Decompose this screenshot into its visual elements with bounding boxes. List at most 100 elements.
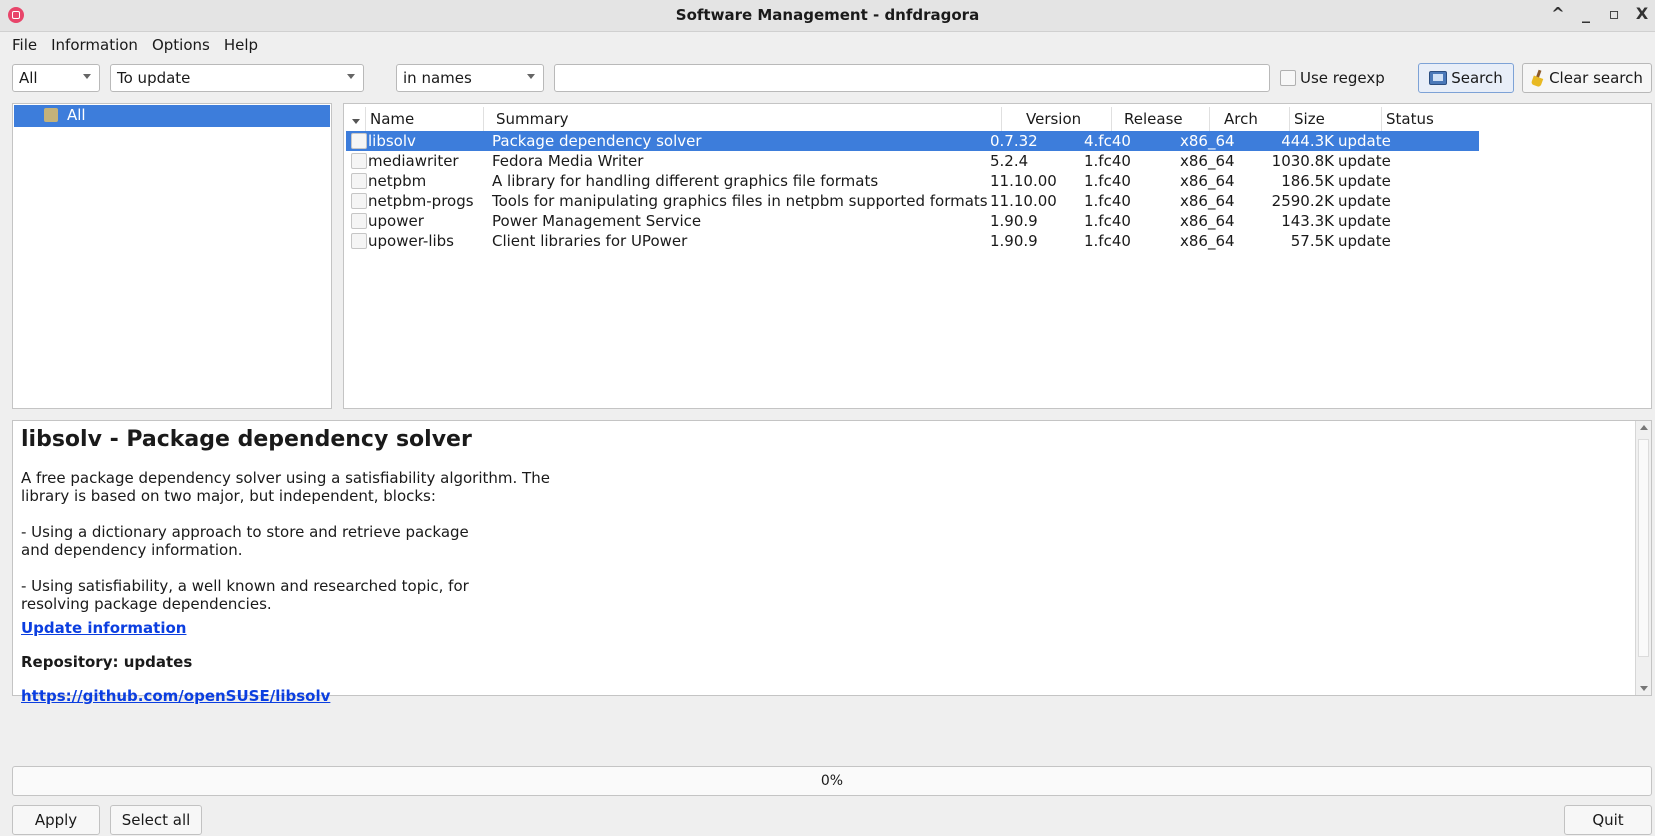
search-scope-value: in names	[403, 69, 472, 87]
row-checkbox[interactable]	[351, 213, 367, 229]
info-scrollbar[interactable]	[1635, 421, 1651, 695]
status-filter-select[interactable]: To update	[110, 64, 364, 92]
sort-indicator[interactable]	[346, 107, 366, 131]
cell-status: update	[1338, 192, 1391, 210]
table-row[interactable]: netpbm A library for handling different …	[346, 171, 1479, 191]
close-icon[interactable]: X	[1635, 4, 1649, 23]
scroll-thumb[interactable]	[1638, 439, 1649, 657]
scroll-up-icon[interactable]	[1640, 425, 1648, 430]
cell-summary: Client libraries for UPower	[492, 232, 688, 250]
column-header-release[interactable]: Release	[1120, 107, 1210, 131]
cell-arch: x86_64	[1180, 172, 1235, 190]
package-info-title: libsolv - Package dependency solver	[21, 427, 472, 452]
cell-arch: x86_64	[1180, 132, 1235, 150]
use-regexp-label: Use regexp	[1300, 69, 1385, 87]
group-icon	[44, 108, 58, 122]
cell-release: 1.fc40	[1084, 172, 1131, 190]
chevron-down-icon	[527, 74, 535, 79]
search-input[interactable]	[554, 64, 1270, 92]
column-header-summary[interactable]: Summary	[492, 107, 1002, 131]
cell-status: update	[1338, 172, 1391, 190]
column-header-name[interactable]: Name	[366, 107, 484, 131]
cell-release: 4.fc40	[1084, 132, 1131, 150]
package-table: Name Summary Version Release Arch Size S…	[343, 103, 1652, 409]
column-header-size[interactable]: Size	[1290, 107, 1382, 131]
cell-size: 186.5K	[1281, 172, 1334, 190]
cell-name: upower	[368, 212, 424, 230]
chevron-down-icon	[83, 74, 91, 79]
cell-name: upower-libs	[368, 232, 454, 250]
cell-arch: x86_64	[1180, 232, 1235, 250]
quit-button[interactable]: Quit	[1564, 805, 1652, 835]
search-scope-select[interactable]: in names	[396, 64, 544, 92]
menu-file[interactable]: File	[12, 36, 37, 54]
cell-summary: Tools for manipulating graphics files in…	[492, 192, 988, 210]
cell-status: update	[1338, 152, 1391, 170]
update-information-link[interactable]: Update information	[21, 619, 186, 637]
cell-version: 0.7.32	[990, 132, 1038, 150]
view-filter-select[interactable]: All	[12, 64, 100, 92]
cell-status: update	[1338, 132, 1391, 150]
cell-summary: A library for handling different graphic…	[492, 172, 879, 190]
window-controls: ^ _ ▫ X	[1551, 4, 1649, 23]
cell-arch: x86_64	[1180, 192, 1235, 210]
table-row[interactable]: upower-libs Client libraries for UPower …	[346, 231, 1479, 251]
cell-arch: x86_64	[1180, 212, 1235, 230]
search-button[interactable]: Search	[1418, 63, 1514, 93]
cell-status: update	[1338, 212, 1391, 230]
row-checkbox[interactable]	[351, 233, 367, 249]
search-button-label: Search	[1451, 69, 1503, 87]
package-info-description: A free package dependency solver using a…	[21, 469, 550, 613]
cell-release: 1.fc40	[1084, 192, 1131, 210]
column-header-status[interactable]: Status	[1382, 107, 1470, 131]
column-header-version[interactable]: Version	[1022, 107, 1112, 131]
cell-size: 143.3K	[1281, 212, 1334, 230]
cell-size: 1030.8K	[1271, 152, 1334, 170]
cell-name: libsolv	[368, 132, 416, 150]
group-item-all[interactable]: All	[14, 105, 330, 127]
cell-summary: Fedora Media Writer	[492, 152, 644, 170]
cell-release: 1.fc40	[1084, 212, 1131, 230]
cell-name: netpbm	[368, 172, 427, 190]
restore-icon[interactable]: ▫	[1607, 4, 1621, 23]
group-tree: All	[12, 103, 332, 409]
row-checkbox[interactable]	[351, 133, 367, 149]
row-checkbox[interactable]	[351, 173, 367, 189]
cell-size: 444.3K	[1281, 132, 1334, 150]
package-info-panel: libsolv - Package dependency solver A fr…	[12, 420, 1652, 705]
sort-down-icon	[352, 119, 360, 124]
cell-version: 11.10.00	[990, 192, 1057, 210]
cell-release: 1.fc40	[1084, 152, 1131, 170]
cell-summary: Power Management Service	[492, 212, 702, 230]
menu-help[interactable]: Help	[224, 36, 258, 54]
group-item-label: All	[67, 106, 86, 124]
window-title: Software Management - dnfdragora	[675, 6, 980, 24]
menu-bar: File Information Options Help	[0, 32, 1655, 58]
minimize-icon[interactable]: _	[1579, 4, 1593, 23]
select-all-button[interactable]: Select all	[110, 805, 202, 835]
repository-label: Repository: updates	[21, 653, 193, 671]
table-row[interactable]: libsolv Package dependency solver 0.7.32…	[346, 131, 1479, 151]
view-filter-value: All	[19, 69, 38, 87]
maximize-up-icon[interactable]: ^	[1551, 4, 1565, 23]
use-regexp-checkbox[interactable]	[1280, 70, 1296, 86]
table-row[interactable]: netpbm-progs Tools for manipulating grap…	[346, 191, 1479, 211]
column-header-arch[interactable]: Arch	[1220, 107, 1290, 131]
apply-button[interactable]: Apply	[12, 805, 100, 835]
row-checkbox[interactable]	[351, 193, 367, 209]
progress-label: 0%	[820, 773, 844, 789]
row-checkbox[interactable]	[351, 153, 367, 169]
table-row[interactable]: upower Power Management Service 1.90.9 1…	[346, 211, 1479, 231]
cell-version: 5.2.4	[990, 152, 1029, 170]
clear-search-button[interactable]: Clear search	[1522, 63, 1652, 93]
cell-size: 57.5K	[1290, 232, 1334, 250]
search-icon	[1429, 71, 1448, 85]
menu-information[interactable]: Information	[51, 36, 138, 54]
scroll-down-icon[interactable]	[1640, 686, 1648, 691]
table-row[interactable]: mediawriter Fedora Media Writer 5.2.4 1.…	[346, 151, 1479, 171]
cell-summary: Package dependency solver	[492, 132, 702, 150]
cell-name: mediawriter	[368, 152, 459, 170]
package-url-link[interactable]: https://github.com/openSUSE/libsolv	[21, 687, 330, 705]
cell-version: 1.90.9	[990, 212, 1038, 230]
menu-options[interactable]: Options	[152, 36, 210, 54]
